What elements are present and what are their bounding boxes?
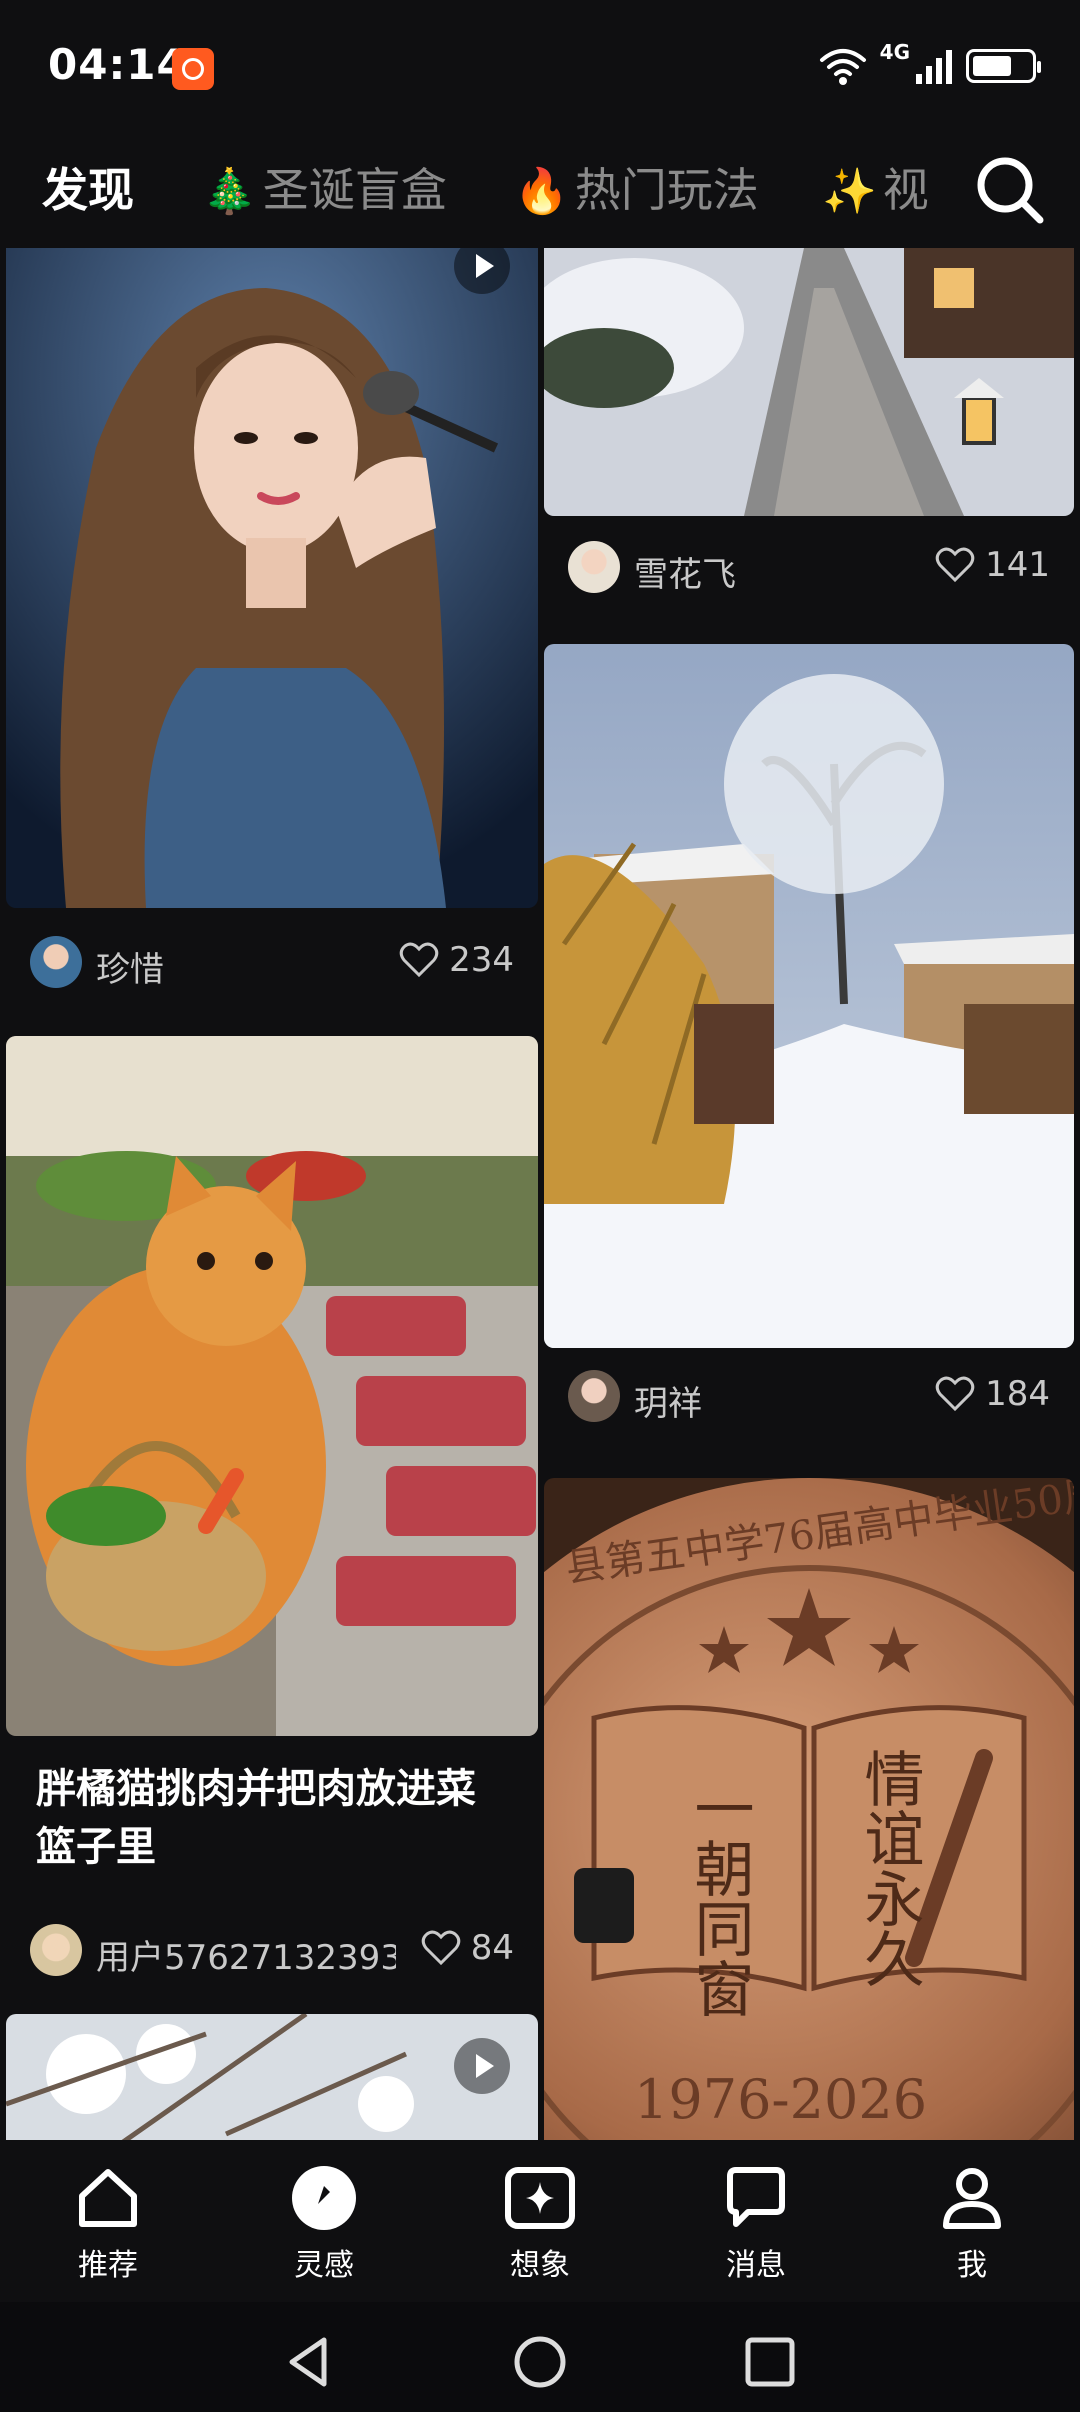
card-meta: 珍惜 234 [6,928,538,998]
like-count[interactable]: 84 [421,1928,514,1968]
author-name[interactable]: 珍惜 [96,942,164,991]
sparkles-icon: ✨ [822,166,877,217]
heart-icon [399,942,439,978]
profile-icon [943,2168,1001,2229]
tab-fade [930,140,970,240]
snow-path-image [544,248,1074,516]
message-icon [727,2167,785,2227]
wifi-icon [819,49,866,85]
medal-book-right-text: 情谊永久 [854,1748,924,1988]
snowy-village-path-image [544,248,1074,516]
card-meta: 雪花飞 141 [544,533,1074,603]
christmas-tree-icon: 🎄 [202,166,257,217]
heart-icon [421,1930,460,1966]
cat-image [6,1036,538,1736]
status-icons: 4G [818,40,1041,88]
heart-icon [935,1376,975,1412]
medal-book-left-text: 一朝同窗 [684,1778,754,2018]
category-tabs: 发现 🎄 圣诞盲盒 🔥 热门玩法 ✨ 视 [0,140,1080,240]
fire-icon: 🔥 [514,166,569,217]
network-type: 4G [879,40,910,64]
author-name[interactable]: 用户57627132393... [96,1930,396,1979]
home-icon [79,2169,137,2227]
heart-icon [935,547,975,583]
tab-video[interactable]: ✨ 视 [822,154,942,220]
like-count[interactable]: 234 [399,940,514,980]
compass-icon [292,2166,356,2230]
status-time: 04:14 [48,40,187,89]
orange-cat-market-image [6,1036,538,1736]
avatar[interactable] [568,541,620,593]
nav-inspiration[interactable]: 灵感 [244,2162,404,2284]
battery-icon [966,49,1041,83]
system-nav-bar [0,2302,1080,2412]
snow-branches-image [6,2014,538,2140]
medal-years-text: 1976-2026 [634,2068,927,2131]
singer-image [6,248,538,908]
haystacks-image [544,644,1074,1348]
like-count[interactable]: 141 [935,545,1050,585]
card-caption: 胖橘猫挑肉并把肉放进菜篮子里 [36,1766,476,1870]
snowy-haystacks-image [544,644,1074,1348]
avatar[interactable] [568,1370,620,1422]
tab-discover[interactable]: 发现 [42,154,134,220]
avatar[interactable] [30,936,82,988]
medal-image: 一朝同窗 情谊永久 县第五中学76届高中毕业50周年 1976-2026 [544,1478,1074,2140]
like-count[interactable]: 184 [935,1374,1050,1414]
signal-icon [916,50,952,84]
sparkle-icon [505,2167,575,2229]
home-circle-icon[interactable] [510,2332,570,2392]
tab-hot-gameplay[interactable]: 🔥 热门玩法 [514,154,759,220]
feed-card-singer[interactable]: 珍惜 234 [6,248,538,1038]
nav-imagine[interactable]: 想象 [460,2162,620,2284]
feed-card-cat[interactable]: 胖橘猫挑肉并把肉放进菜篮子里 用户57627132393... 84 [6,1036,538,2140]
feed-grid: 珍惜 234 胖橘猫挑肉并把肉放进菜篮子里 用户57627132393 84 雪… [0,248,1080,2140]
nav-profile[interactable]: 我 [892,2162,1052,2284]
tab-christmas-blind-box[interactable]: 🎄 圣诞盲盒 [202,154,447,220]
feed-card-haystacks[interactable]: 玥祥 184 [544,644,1074,1454]
feed-card-medal[interactable]: 一朝同窗 情谊永久 县第五中学76届高中毕业50周年 1976-2026 [544,1478,1074,2140]
card-meta: 玥祥 184 [544,1362,1074,1432]
feed-card-snow-branches[interactable] [6,2014,538,2140]
feed-card-snow-path[interactable]: 雪花飞 141 [544,248,1074,648]
bottom-nav: 推荐 灵感 想象 消息 我 [0,2142,1080,2302]
card-meta: 用户57627132393... 84 [6,1916,538,1986]
video-play-icon [454,2038,510,2094]
woman-singing-image [6,248,538,908]
avatar[interactable] [30,1924,82,1976]
author-name[interactable]: 雪花飞 [634,547,736,596]
status-bar: 04:14 4G [0,0,1080,130]
recents-icon[interactable] [740,2332,800,2392]
nav-messages[interactable]: 消息 [676,2162,836,2284]
nav-recommend[interactable]: 推荐 [28,2162,188,2284]
search-icon[interactable] [970,150,1050,230]
back-icon[interactable] [280,2332,340,2392]
kuaishou-app-icon [172,48,214,90]
bronze-medal-image: 一朝同窗 情谊永久 县第五中学76届高中毕业50周年 1976-2026 [544,1478,1074,2140]
author-name[interactable]: 玥祥 [634,1376,702,1425]
